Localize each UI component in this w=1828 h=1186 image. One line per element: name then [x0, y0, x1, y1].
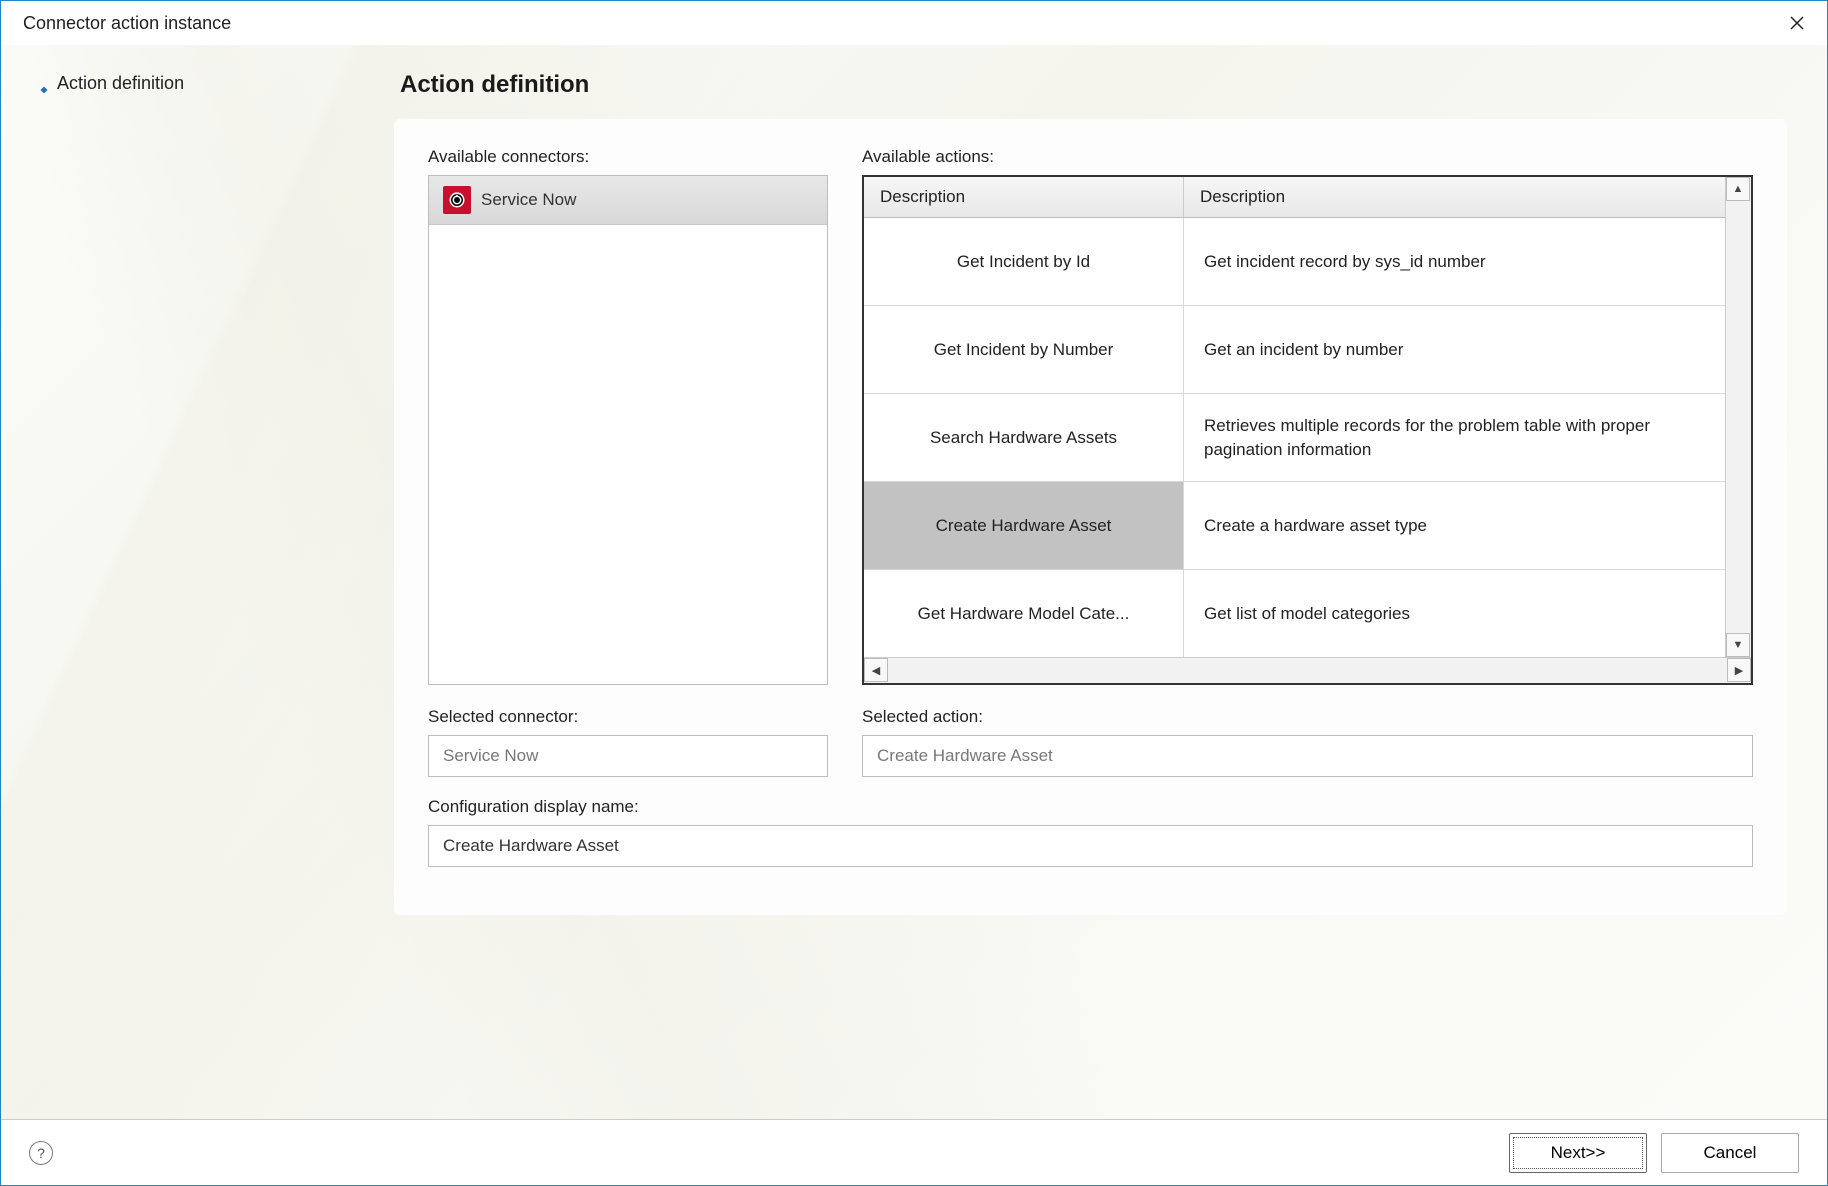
available-actions-label: Available actions:: [862, 147, 1753, 167]
wizard-footer: ? Next>> Cancel: [1, 1119, 1827, 1185]
scrollbar-track[interactable]: [1726, 201, 1751, 633]
wizard-steps-sidebar: Action definition: [1, 45, 366, 1119]
table-row[interactable]: Create Hardware Asset Create a hardware …: [864, 482, 1725, 570]
action-name: Get Incident by Id: [864, 218, 1184, 305]
vertical-scrollbar[interactable]: ▲ ▼: [1725, 177, 1751, 657]
titlebar: Connector action instance: [1, 1, 1827, 45]
window-title: Connector action instance: [23, 13, 231, 34]
config-name-input[interactable]: [428, 825, 1753, 867]
action-name: Get Hardware Model Cate...: [864, 570, 1184, 657]
servicenow-icon: [443, 186, 471, 214]
table-row[interactable]: Search Hardware Assets Retrieves multipl…: [864, 394, 1725, 482]
horizontal-scrollbar[interactable]: ◀ ▶: [864, 657, 1751, 683]
connector-item-servicenow[interactable]: Service Now: [429, 176, 827, 225]
step-action-definition[interactable]: Action definition: [39, 73, 346, 94]
config-name-label: Configuration display name:: [428, 797, 1753, 817]
content-panel: Action definition Available connectors: …: [366, 45, 1827, 1119]
scroll-right-icon[interactable]: ▶: [1727, 658, 1751, 682]
help-icon[interactable]: ?: [29, 1141, 53, 1165]
content-card: Available connectors: Service Now Availa…: [394, 119, 1787, 915]
table-header-row: Description Description: [864, 177, 1725, 218]
action-desc: Get list of model categories: [1184, 570, 1725, 657]
next-button[interactable]: Next>>: [1509, 1133, 1647, 1173]
table-row[interactable]: Get Incident by Number Get an incident b…: [864, 306, 1725, 394]
action-desc: Create a hardware asset type: [1184, 482, 1725, 569]
scroll-down-icon[interactable]: ▼: [1726, 633, 1750, 657]
column-header-description-1[interactable]: Description: [864, 177, 1184, 217]
connector-list: Service Now: [428, 175, 828, 685]
action-desc: Get incident record by sys_id number: [1184, 218, 1725, 305]
scroll-left-icon[interactable]: ◀: [864, 658, 888, 682]
selected-action-field: [862, 735, 1753, 777]
diamond-icon: [39, 79, 49, 89]
action-desc: Retrieves multiple records for the probl…: [1184, 394, 1725, 481]
close-icon[interactable]: [1785, 11, 1809, 35]
main-area: Action definition Action definition Avai…: [1, 45, 1827, 1119]
selected-connector-label: Selected connector:: [428, 707, 828, 727]
scroll-up-icon[interactable]: ▲: [1726, 177, 1750, 201]
scrollbar-track[interactable]: [888, 658, 1727, 683]
connector-name: Service Now: [481, 190, 576, 210]
cancel-button[interactable]: Cancel: [1661, 1133, 1799, 1173]
step-label: Action definition: [57, 73, 184, 94]
available-connectors-label: Available connectors:: [428, 147, 828, 167]
action-name: Get Incident by Number: [864, 306, 1184, 393]
page-title: Action definition: [394, 71, 1787, 99]
column-header-description-2[interactable]: Description: [1184, 177, 1725, 217]
table-row[interactable]: Get Incident by Id Get incident record b…: [864, 218, 1725, 306]
table-row[interactable]: Get Hardware Model Cate... Get list of m…: [864, 570, 1725, 657]
action-name: Search Hardware Assets: [864, 394, 1184, 481]
action-desc: Get an incident by number: [1184, 306, 1725, 393]
actions-table: Description Description Get Incident by …: [862, 175, 1753, 685]
action-name: Create Hardware Asset: [864, 482, 1184, 569]
selected-connector-field: [428, 735, 828, 777]
selected-action-label: Selected action:: [862, 707, 1753, 727]
